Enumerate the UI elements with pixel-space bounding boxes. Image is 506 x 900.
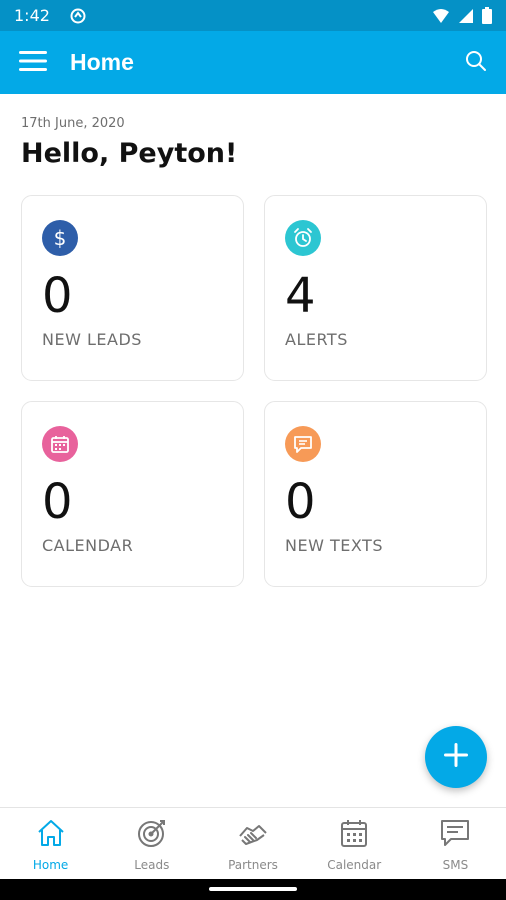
card-calendar[interactable]: 0 CALENDAR xyxy=(21,401,244,587)
status-bar: 1:42 xyxy=(0,0,506,31)
new-leads-count: 0 xyxy=(42,268,73,324)
card-alerts[interactable]: 4 ALERTS xyxy=(264,195,487,381)
nav-item-partners[interactable]: Partners xyxy=(202,808,303,879)
calendar-icon xyxy=(338,818,370,852)
dollar-icon: $ xyxy=(42,220,78,256)
nav-label-home: Home xyxy=(32,858,69,872)
alerts-count: 4 xyxy=(285,268,316,324)
date-label: 17th June, 2020 xyxy=(21,116,125,131)
greeting-title: Hello, Peyton! xyxy=(21,138,238,169)
nav-label-leads: Leads xyxy=(134,858,170,872)
add-button[interactable] xyxy=(425,726,487,788)
page-title: Home xyxy=(70,49,134,75)
home-gesture-handle[interactable] xyxy=(209,887,297,891)
message-icon xyxy=(439,818,471,852)
bottom-navigation: Home Leads Partners Calendar SMS xyxy=(0,807,506,879)
calendar-icon xyxy=(42,426,78,462)
nav-label-calendar: Calendar xyxy=(327,858,382,872)
message-icon xyxy=(285,426,321,462)
menu-button[interactable] xyxy=(0,31,66,94)
signal-icon xyxy=(458,8,474,24)
nav-item-leads[interactable]: Leads xyxy=(101,808,202,879)
menu-icon xyxy=(19,50,47,76)
search-icon xyxy=(465,50,487,76)
handshake-icon xyxy=(237,818,269,852)
app-bar: Home xyxy=(0,31,506,94)
nav-label-partners: Partners xyxy=(228,858,278,872)
new-texts-label: NEW TEXTS xyxy=(285,536,383,555)
nav-item-sms[interactable]: SMS xyxy=(405,808,506,879)
nav-item-calendar[interactable]: Calendar xyxy=(304,808,405,879)
card-new-texts[interactable]: 0 NEW TEXTS xyxy=(264,401,487,587)
home-icon xyxy=(35,818,67,852)
search-button[interactable] xyxy=(462,49,490,77)
new-texts-count: 0 xyxy=(285,474,316,530)
sync-status-icon xyxy=(70,8,86,24)
new-leads-label: NEW LEADS xyxy=(42,330,142,349)
card-new-leads[interactable]: $ 0 NEW LEADS xyxy=(21,195,244,381)
alarm-clock-icon xyxy=(285,220,321,256)
calendar-label: CALENDAR xyxy=(42,536,134,555)
system-navigation-bar xyxy=(0,879,506,900)
alerts-label: ALERTS xyxy=(285,330,348,349)
wifi-icon xyxy=(432,8,450,24)
nav-label-sms: SMS xyxy=(442,858,469,872)
calendar-count: 0 xyxy=(42,474,73,530)
nav-item-home[interactable]: Home xyxy=(0,808,101,879)
plus-icon xyxy=(443,742,469,772)
battery-icon xyxy=(482,7,492,24)
target-icon xyxy=(136,818,168,852)
status-time: 1:42 xyxy=(14,6,50,25)
